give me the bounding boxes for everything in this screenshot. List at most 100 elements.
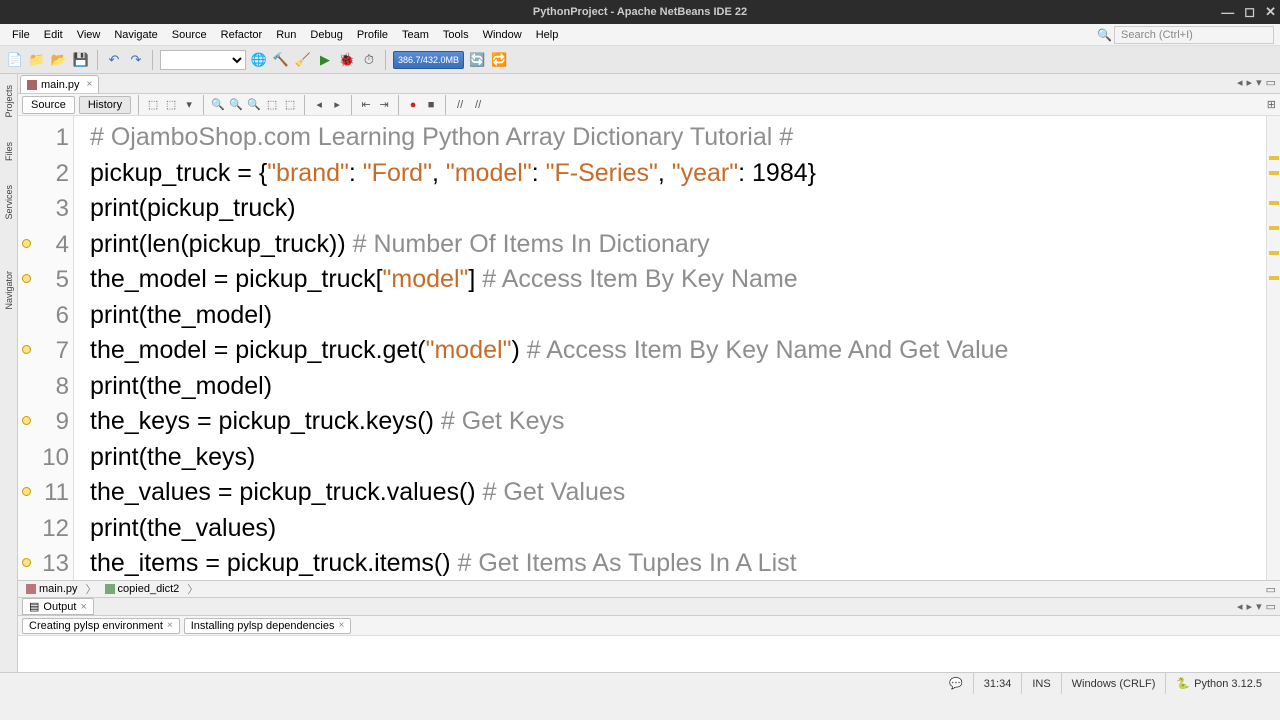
undo-icon[interactable]: ↶ (105, 51, 123, 69)
output-inner-tab-1[interactable]: Installing pylsp dependencies× (184, 618, 352, 634)
error-stripe[interactable] (1266, 116, 1280, 580)
python-icon: 🐍 (1176, 677, 1190, 690)
run-icon[interactable]: ▶ (316, 51, 334, 69)
toggle-hl-icon[interactable]: ⬚ (265, 98, 279, 112)
new-file-icon[interactable]: 📄 (6, 51, 24, 69)
find-next-icon[interactable]: 🔍 (247, 98, 261, 112)
sidebar-services[interactable]: Services (3, 182, 15, 223)
close-inner-tab-icon[interactable]: × (167, 620, 173, 631)
insert-mode[interactable]: INS (1021, 673, 1060, 694)
editor-plus-icon[interactable]: ⊞ (1267, 99, 1276, 111)
sidebar-navigator[interactable]: Navigator (3, 268, 15, 313)
close-output-icon[interactable]: × (80, 601, 86, 613)
file-tab-row: main.py × ◂ ▸ ▾ ▭ (18, 74, 1280, 94)
editor[interactable]: 1234567891011121314 # OjamboShop.com Lea… (18, 116, 1280, 580)
sidebar: Projects Files Services Navigator (0, 74, 18, 672)
output-menu-icon[interactable]: ▾ (1256, 600, 1262, 613)
refresh-icon[interactable]: 🔄 (468, 51, 486, 69)
output-scroll-right-icon[interactable]: ▸ (1247, 600, 1253, 613)
statusbar: 💬 31:34 INS Windows (CRLF) 🐍 Python 3.12… (0, 672, 1280, 694)
maximize-icon[interactable]: ◻ (1244, 4, 1255, 20)
menu-edit[interactable]: Edit (38, 27, 69, 43)
minimize-icon[interactable]: — (1221, 5, 1234, 20)
next-bm-icon[interactable]: ▸ (330, 98, 344, 112)
close-icon[interactable]: ✕ (1265, 4, 1276, 20)
output-scroll-left-icon[interactable]: ◂ (1237, 600, 1243, 613)
search-input[interactable]: Search (Ctrl+I) (1114, 26, 1274, 44)
breadcrumb-bar: main.py 〉 copied_dict2 〉 ▭ (18, 580, 1280, 598)
menu-navigate[interactable]: Navigate (108, 27, 163, 43)
breadcrumb-file[interactable]: main.py (22, 583, 82, 595)
symbol-icon (105, 584, 115, 594)
tab-menu-icon[interactable]: ▾ (1256, 76, 1262, 89)
build-icon[interactable]: 🌐 (250, 51, 268, 69)
close-inner-tab-icon[interactable]: × (338, 620, 344, 631)
source-tab[interactable]: Source (22, 96, 75, 114)
macro-rec-icon[interactable]: ● (406, 98, 420, 112)
file-tab-label: main.py (41, 79, 80, 91)
clean-build-icon[interactable]: 🔨 (272, 51, 290, 69)
file-tab-main[interactable]: main.py × (20, 75, 99, 93)
menu-window[interactable]: Window (477, 27, 528, 43)
sync-icon[interactable]: 🔁 (490, 51, 508, 69)
profile-icon[interactable]: ⏱ (360, 51, 378, 69)
output-tab[interactable]: ▤ Output × (22, 598, 94, 615)
comment-icon[interactable]: // (453, 98, 467, 112)
editor-select-icon[interactable]: ▾ (182, 98, 196, 112)
search-icon[interactable]: 🔍 (1097, 28, 1112, 42)
notifications-icon[interactable]: 💬 (939, 673, 973, 694)
menu-tools[interactable]: Tools (437, 27, 475, 43)
menu-source[interactable]: Source (166, 27, 213, 43)
toolbar: 📄 📁 📂 💾 ↶ ↷ 🌐 🔨 🧹 ▶ 🐞 ⏱ 386.7/432.0MB 🔄 … (0, 46, 1280, 74)
find-sel-icon[interactable]: 🔍 (211, 98, 225, 112)
clean-icon[interactable]: 🧹 (294, 51, 312, 69)
output-inner-tab-0[interactable]: Creating pylsp environment× (22, 618, 180, 634)
gutter: 1234567891011121314 (18, 116, 74, 580)
breadcrumb-symbol[interactable]: copied_dict2 (101, 583, 184, 595)
menu-run[interactable]: Run (270, 27, 302, 43)
shift-right-icon[interactable]: ⇥ (377, 98, 391, 112)
new-project-icon[interactable]: 📁 (28, 51, 46, 69)
tab-scroll-left-icon[interactable]: ◂ (1237, 76, 1243, 89)
menu-refactor[interactable]: Refactor (215, 27, 269, 43)
shift-left-icon[interactable]: ⇤ (359, 98, 373, 112)
open-icon[interactable]: 📂 (50, 51, 68, 69)
python-file-icon (27, 80, 37, 90)
close-tab-icon[interactable]: × (87, 79, 93, 90)
editor-nav-back-icon[interactable]: ⬚ (146, 98, 160, 112)
config-select[interactable] (160, 50, 246, 70)
redo-icon[interactable]: ↷ (127, 51, 145, 69)
sidebar-files[interactable]: Files (3, 139, 15, 164)
menu-team[interactable]: Team (396, 27, 435, 43)
editor-sub-tabs: Source History ⬚ ⬚ ▾ 🔍 🔍 🔍 ⬚ ⬚ ◂ ▸ ⇤ ⇥ ●… (18, 94, 1280, 116)
line-ending[interactable]: Windows (CRLF) (1061, 673, 1166, 694)
window-title: PythonProject - Apache NetBeans IDE 22 (533, 6, 747, 18)
language-version[interactable]: 🐍 Python 3.12.5 (1165, 673, 1272, 694)
toggle-bm-icon[interactable]: ⬚ (283, 98, 297, 112)
save-all-icon[interactable]: 💾 (72, 51, 90, 69)
menu-help[interactable]: Help (530, 27, 565, 43)
prev-bm-icon[interactable]: ◂ (312, 98, 326, 112)
tab-scroll-right-icon[interactable]: ▸ (1247, 76, 1253, 89)
debug-icon[interactable]: 🐞 (338, 51, 356, 69)
memory-meter[interactable]: 386.7/432.0MB (393, 51, 464, 69)
titlebar: PythonProject - Apache NetBeans IDE 22 —… (0, 0, 1280, 24)
chevron-right-icon: 〉 (86, 581, 97, 597)
editor-nav-fwd-icon[interactable]: ⬚ (164, 98, 178, 112)
find-prev-icon[interactable]: 🔍 (229, 98, 243, 112)
output-body[interactable] (18, 636, 1280, 672)
maximize-editor-icon[interactable]: ▭ (1266, 76, 1276, 89)
menu-file[interactable]: File (6, 27, 36, 43)
menu-profile[interactable]: Profile (351, 27, 394, 43)
output-inner-tabs: Creating pylsp environment×Installing py… (18, 616, 1280, 636)
macro-stop-icon[interactable]: ■ (424, 98, 438, 112)
sidebar-projects[interactable]: Projects (3, 82, 15, 121)
uncomment-icon[interactable]: // (471, 98, 485, 112)
code-area[interactable]: # OjamboShop.com Learning Python Array D… (74, 116, 1266, 580)
maximize-output-icon[interactable]: ▭ (1266, 600, 1276, 613)
breadcrumb-close-icon[interactable]: ▭ (1266, 584, 1276, 596)
history-tab[interactable]: History (79, 96, 131, 114)
menu-debug[interactable]: Debug (304, 27, 348, 43)
menubar: FileEditViewNavigateSourceRefactorRunDeb… (0, 24, 1280, 46)
menu-view[interactable]: View (71, 27, 107, 43)
